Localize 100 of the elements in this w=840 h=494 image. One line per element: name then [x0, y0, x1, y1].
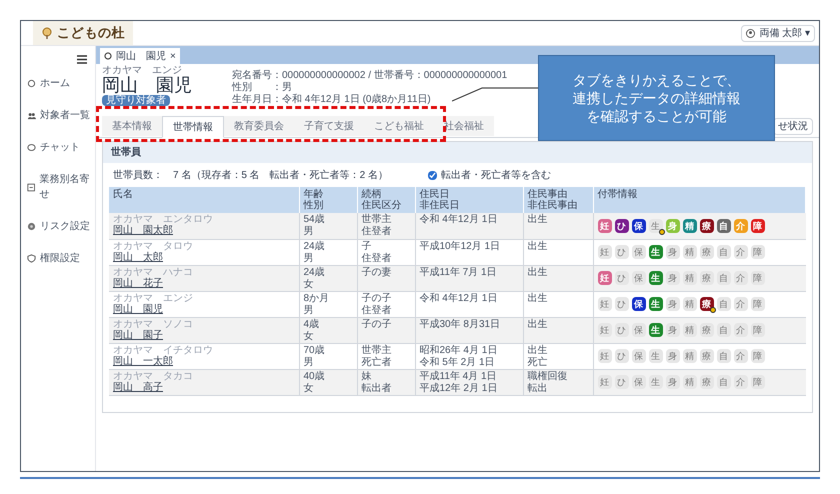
info-badge: 身: [666, 349, 680, 363]
info-badge: 精: [682, 218, 696, 233]
person-link[interactable]: 岡山 花子: [113, 278, 163, 288]
info-badge: 生: [648, 375, 662, 389]
info-badge: 自: [716, 375, 730, 389]
info-badge: 療: [700, 245, 714, 259]
info-badge: 自: [716, 245, 730, 259]
tab[interactable]: 教育委員会: [224, 116, 294, 136]
info-badge: 生: [648, 245, 662, 259]
info-badge: 妊: [598, 349, 612, 363]
table-cell: 出生 死亡: [523, 343, 593, 369]
info-badge: 介: [734, 375, 748, 389]
table-cell: 平成10年12月 1日: [415, 239, 523, 265]
info-line: 性別 ：男: [232, 82, 292, 94]
menu-icon[interactable]: [77, 54, 87, 64]
table-cell: 令和 4年12月 1日: [415, 213, 523, 239]
people-icon: [27, 111, 36, 120]
section-title: 世帯員: [103, 142, 812, 163]
info-badge: 自: [716, 323, 730, 337]
table-cell: 世帯主 住登者: [357, 213, 415, 239]
sidebar-item[interactable]: 対象者一覧: [27, 108, 95, 123]
name-reading: オカヤマ エンジ: [102, 66, 182, 76]
sidebar-item[interactable]: 権限設定: [27, 251, 95, 266]
checkbox[interactable]: [428, 170, 438, 180]
info-badge: 身: [666, 375, 680, 389]
person-link[interactable]: 岡山 太郎: [113, 252, 163, 262]
table-cell: 昭和26年 4月 1日 令和 5年 2月 1日: [415, 343, 523, 369]
info-badge: 保: [632, 245, 646, 259]
table-cell: 8か月 男: [299, 291, 357, 317]
person-name: 岡山 園児: [102, 76, 192, 95]
table-cell: 平成11年 7月 1日: [415, 265, 523, 291]
table-cell: 出生: [523, 265, 593, 291]
app-logo[interactable]: こどもの杜: [33, 21, 134, 45]
info-badge: 療: [700, 297, 714, 311]
info-badge: 自: [716, 271, 730, 285]
info-badge: 身: [666, 218, 680, 233]
person-link[interactable]: 岡山 園太郎: [113, 225, 173, 236]
table-cell: 子の子 住登者: [357, 291, 415, 317]
tab-label: 岡山 園児: [116, 50, 166, 64]
table-cell: 出生: [523, 317, 593, 343]
sidebar-item[interactable]: リスク設定: [27, 219, 95, 234]
table-cell: 子 住登者: [357, 239, 415, 265]
chat-icon: [27, 143, 36, 152]
sidebar-item[interactable]: ホーム: [27, 76, 95, 91]
user-menu[interactable]: 両備 太郎 ▾: [741, 24, 815, 42]
info-badge: 保: [632, 297, 646, 311]
close-button[interactable]: ×: [170, 48, 176, 64]
info-badge: 保: [632, 271, 646, 285]
person-link[interactable]: 岡山 一太郎: [113, 356, 173, 366]
tab[interactable]: 世帯情報: [162, 116, 224, 138]
info-badge: 生: [648, 349, 662, 363]
info-badge: 生: [648, 323, 662, 337]
info-badge: 障: [750, 375, 764, 389]
table-cell: 24歳 女: [299, 265, 357, 291]
table-cell: 妹 転出者: [357, 369, 415, 395]
table-cell: 54歳 男: [299, 213, 357, 239]
info-badge: 介: [734, 245, 748, 259]
table-cell: 24歳 男: [299, 239, 357, 265]
shield-icon: [27, 254, 36, 263]
person-link[interactable]: 岡山 園子: [113, 330, 163, 340]
info-badge: 介: [734, 271, 748, 285]
info-badge: 自: [716, 218, 730, 233]
info-badge: ひ: [614, 218, 628, 233]
checkbox-label: 転出者・死亡者等を含む: [441, 168, 552, 182]
info-badge: 療: [700, 271, 714, 285]
sidebar-item[interactable]: チャット: [27, 140, 95, 155]
info-badge: 生: [648, 271, 662, 285]
info-badge: 保: [632, 375, 646, 389]
info-badge: 精: [682, 323, 696, 337]
name-reading: オカヤマ イチタロウ: [113, 344, 213, 356]
table-cell: 70歳 男: [299, 343, 357, 369]
info-badge: 療: [700, 323, 714, 337]
person-link[interactable]: 岡山 高子: [113, 382, 163, 392]
info-badge: ひ: [614, 349, 628, 363]
info-badge: 妊: [598, 218, 612, 233]
sidebar-item[interactable]: 業務別名寄せ: [27, 172, 95, 202]
info-badge: 身: [666, 297, 680, 311]
tree-icon: [41, 27, 53, 39]
info-badge: 保: [632, 349, 646, 363]
info-badge: 妊: [598, 375, 612, 389]
list-icon: [27, 182, 36, 192]
table-cell: 子の妻: [357, 265, 415, 291]
status-button[interactable]: せ状況: [773, 118, 813, 135]
info-badge: 身: [666, 245, 680, 259]
tab[interactable]: こども福祉: [364, 116, 434, 136]
tab[interactable]: 子育て支援: [294, 116, 364, 136]
info-badge: 精: [682, 375, 696, 389]
tab[interactable]: 基本情報: [102, 116, 162, 136]
table-cell: 平成30年 8月31日: [415, 317, 523, 343]
callout-note: タブをきりかえることで、 連携したデータの詳細情報 を確認することが可能: [538, 55, 775, 141]
info-line: 生年月日：令和 4年12月 1日 (0歳8か月11日): [232, 94, 431, 106]
info-badge: 介: [734, 218, 748, 233]
table-cell: 世帯主 死亡者: [357, 343, 415, 369]
info-badge: 障: [750, 349, 764, 363]
table-cell: 子の子: [357, 317, 415, 343]
person-link[interactable]: 岡山 園児: [113, 304, 163, 314]
info-badge: ひ: [614, 375, 628, 389]
info-badge: 身: [666, 323, 680, 337]
record-tab[interactable]: 岡山 園児 ×: [100, 48, 180, 64]
info-badge: 精: [682, 245, 696, 259]
